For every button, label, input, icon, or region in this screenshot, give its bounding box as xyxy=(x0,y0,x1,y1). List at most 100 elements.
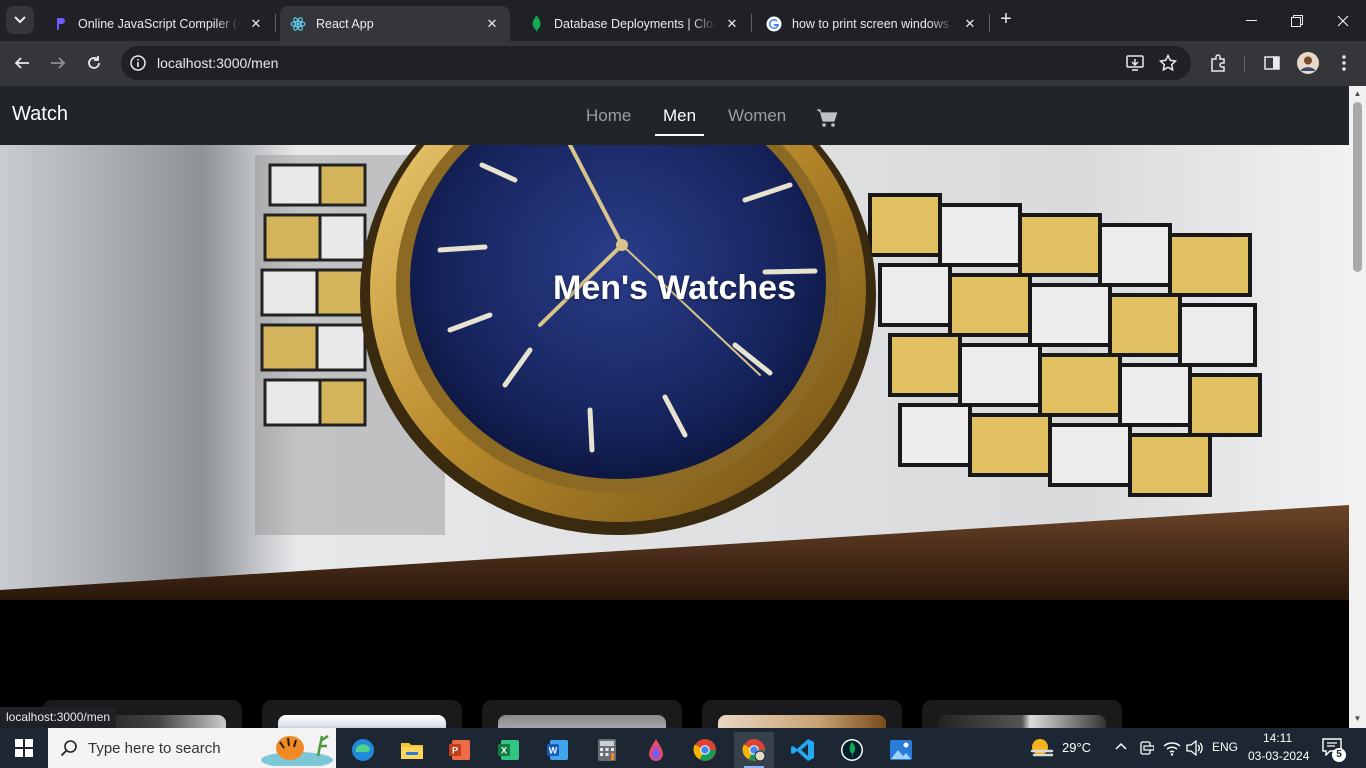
taskbar-search-box[interactable]: Type here to search xyxy=(48,728,336,768)
close-icon[interactable]: ✕ xyxy=(248,16,264,32)
chrome-profile-icon xyxy=(742,739,766,762)
hero-watch-image xyxy=(0,145,1349,600)
taskbar-word[interactable]: W xyxy=(538,732,578,768)
back-button[interactable] xyxy=(8,49,36,77)
tab-title: how to print screen windows 10 xyxy=(792,16,954,31)
toolbar-divider xyxy=(1244,55,1245,73)
calculator-icon xyxy=(598,739,616,761)
install-app-icon[interactable] xyxy=(1126,54,1144,72)
forward-button[interactable] xyxy=(44,49,72,77)
minimize-button[interactable] xyxy=(1228,0,1274,41)
url-text[interactable]: localhost:3000/men xyxy=(157,55,278,71)
taskbar-powerpoint[interactable]: P xyxy=(440,732,480,768)
browser-tab-2[interactable]: React App ✕ xyxy=(280,6,510,41)
taskbar-excel[interactable]: X xyxy=(489,732,529,768)
start-button[interactable] xyxy=(0,728,48,768)
notification-count-badge: 5 xyxy=(1332,748,1346,762)
taskbar-photos[interactable] xyxy=(881,732,921,768)
taskbar-chrome-active[interactable] xyxy=(734,732,774,768)
close-window-button[interactable] xyxy=(1320,0,1366,41)
clock-time[interactable]: 14:11 xyxy=(1263,731,1292,745)
tab-title: React App xyxy=(316,16,374,31)
product-image xyxy=(718,715,886,728)
nav-link-home[interactable]: Home xyxy=(586,106,631,126)
product-image xyxy=(278,715,446,728)
extensions-button[interactable] xyxy=(1204,49,1232,77)
wifi-icon[interactable] xyxy=(1163,740,1181,756)
bookmark-star-icon[interactable] xyxy=(1159,54,1177,72)
tab-search-button[interactable] xyxy=(6,6,34,34)
product-card[interactable] xyxy=(922,700,1122,728)
reload-button[interactable] xyxy=(80,49,108,77)
notification-center-button[interactable]: 5 xyxy=(1322,738,1346,762)
taskbar-mongodb-compass[interactable] xyxy=(832,732,872,768)
profile-button[interactable] xyxy=(1294,49,1322,77)
browser-tab-1[interactable]: Online JavaScript Compiler (Edit ✕ xyxy=(42,6,274,41)
info-icon[interactable] xyxy=(129,54,147,72)
link-status-bubble: localhost:3000/men xyxy=(0,707,117,728)
word-icon: W xyxy=(547,740,568,760)
powerpoint-icon: P xyxy=(449,740,470,760)
excel-icon: X xyxy=(498,740,519,760)
svg-text:P: P xyxy=(452,746,458,756)
reload-icon xyxy=(88,56,100,69)
tab-title: Database Deployments | Cloud xyxy=(554,16,716,31)
nav-link-men[interactable]: Men xyxy=(663,106,696,126)
meet-now-icon[interactable] xyxy=(1140,740,1154,756)
taskbar-paint[interactable] xyxy=(636,732,676,768)
browser-tab-4[interactable]: how to print screen windows 10 ✕ xyxy=(756,6,988,41)
browser-tab-strip: Online JavaScript Compiler (Edit ✕ React… xyxy=(0,0,1366,41)
windows-taskbar: Type here to search P X W 29°C ENG 14:11… xyxy=(0,728,1366,768)
taskbar-calculator[interactable] xyxy=(587,732,627,768)
product-image xyxy=(938,715,1106,728)
photos-icon xyxy=(890,740,912,760)
vscode-icon xyxy=(791,739,814,761)
brand-logo-text[interactable]: Watch xyxy=(12,103,68,126)
taskbar-file-explorer[interactable] xyxy=(392,732,432,768)
side-panel-button[interactable] xyxy=(1258,49,1286,77)
volume-icon[interactable] xyxy=(1186,740,1204,756)
google-icon xyxy=(766,16,782,32)
browser-tab-3[interactable]: Database Deployments | Cloud ✕ xyxy=(518,6,750,41)
weather-temperature[interactable]: 29°C xyxy=(1062,740,1091,755)
react-icon xyxy=(290,16,306,32)
taskbar-edge[interactable] xyxy=(343,732,383,768)
side-panel-icon xyxy=(1264,56,1280,70)
clock-date[interactable]: 03-03-2024 xyxy=(1248,749,1309,763)
taskbar-chrome[interactable] xyxy=(685,732,725,768)
tab-separator xyxy=(751,14,752,32)
close-icon xyxy=(1337,15,1349,26)
programiz-icon xyxy=(52,16,68,32)
chevron-up-icon[interactable] xyxy=(1115,742,1127,750)
new-tab-button[interactable]: + xyxy=(994,8,1018,32)
scroll-down-icon[interactable]: ▼ xyxy=(1353,715,1362,723)
scroll-up-icon[interactable]: ▲ xyxy=(1353,90,1362,98)
folder-icon xyxy=(401,743,423,759)
product-card[interactable] xyxy=(482,700,682,728)
menu-button[interactable] xyxy=(1330,49,1358,77)
scrollbar-thumb[interactable] xyxy=(1353,102,1362,272)
mongodb-leaf-icon xyxy=(528,15,544,32)
minimize-icon xyxy=(1245,19,1257,21)
address-bar[interactable]: localhost:3000/men xyxy=(121,46,1191,80)
product-card[interactable] xyxy=(702,700,902,728)
chevron-down-icon xyxy=(14,16,26,24)
weather-sun-icon[interactable] xyxy=(1028,737,1056,759)
language-indicator[interactable]: ENG xyxy=(1212,740,1238,754)
web-page: Watch Home Men Women Men's Watches xyxy=(0,86,1349,728)
page-scrollbar[interactable]: ▲ ▼ xyxy=(1349,86,1366,728)
close-icon[interactable]: ✕ xyxy=(484,16,500,32)
taskbar-vscode[interactable] xyxy=(783,732,823,768)
tab-separator xyxy=(275,14,276,32)
close-icon[interactable]: ✕ xyxy=(962,16,978,32)
product-image xyxy=(498,715,666,728)
arrow-left-icon xyxy=(14,57,29,69)
product-card[interactable] xyxy=(262,700,462,728)
close-icon[interactable]: ✕ xyxy=(724,16,740,32)
site-navbar: Watch Home Men Women xyxy=(0,86,1349,145)
active-nav-indicator xyxy=(655,134,704,136)
arrow-right-icon xyxy=(51,57,66,69)
restore-button[interactable] xyxy=(1274,0,1320,41)
cart-icon[interactable] xyxy=(816,108,838,128)
nav-link-women[interactable]: Women xyxy=(728,106,786,126)
